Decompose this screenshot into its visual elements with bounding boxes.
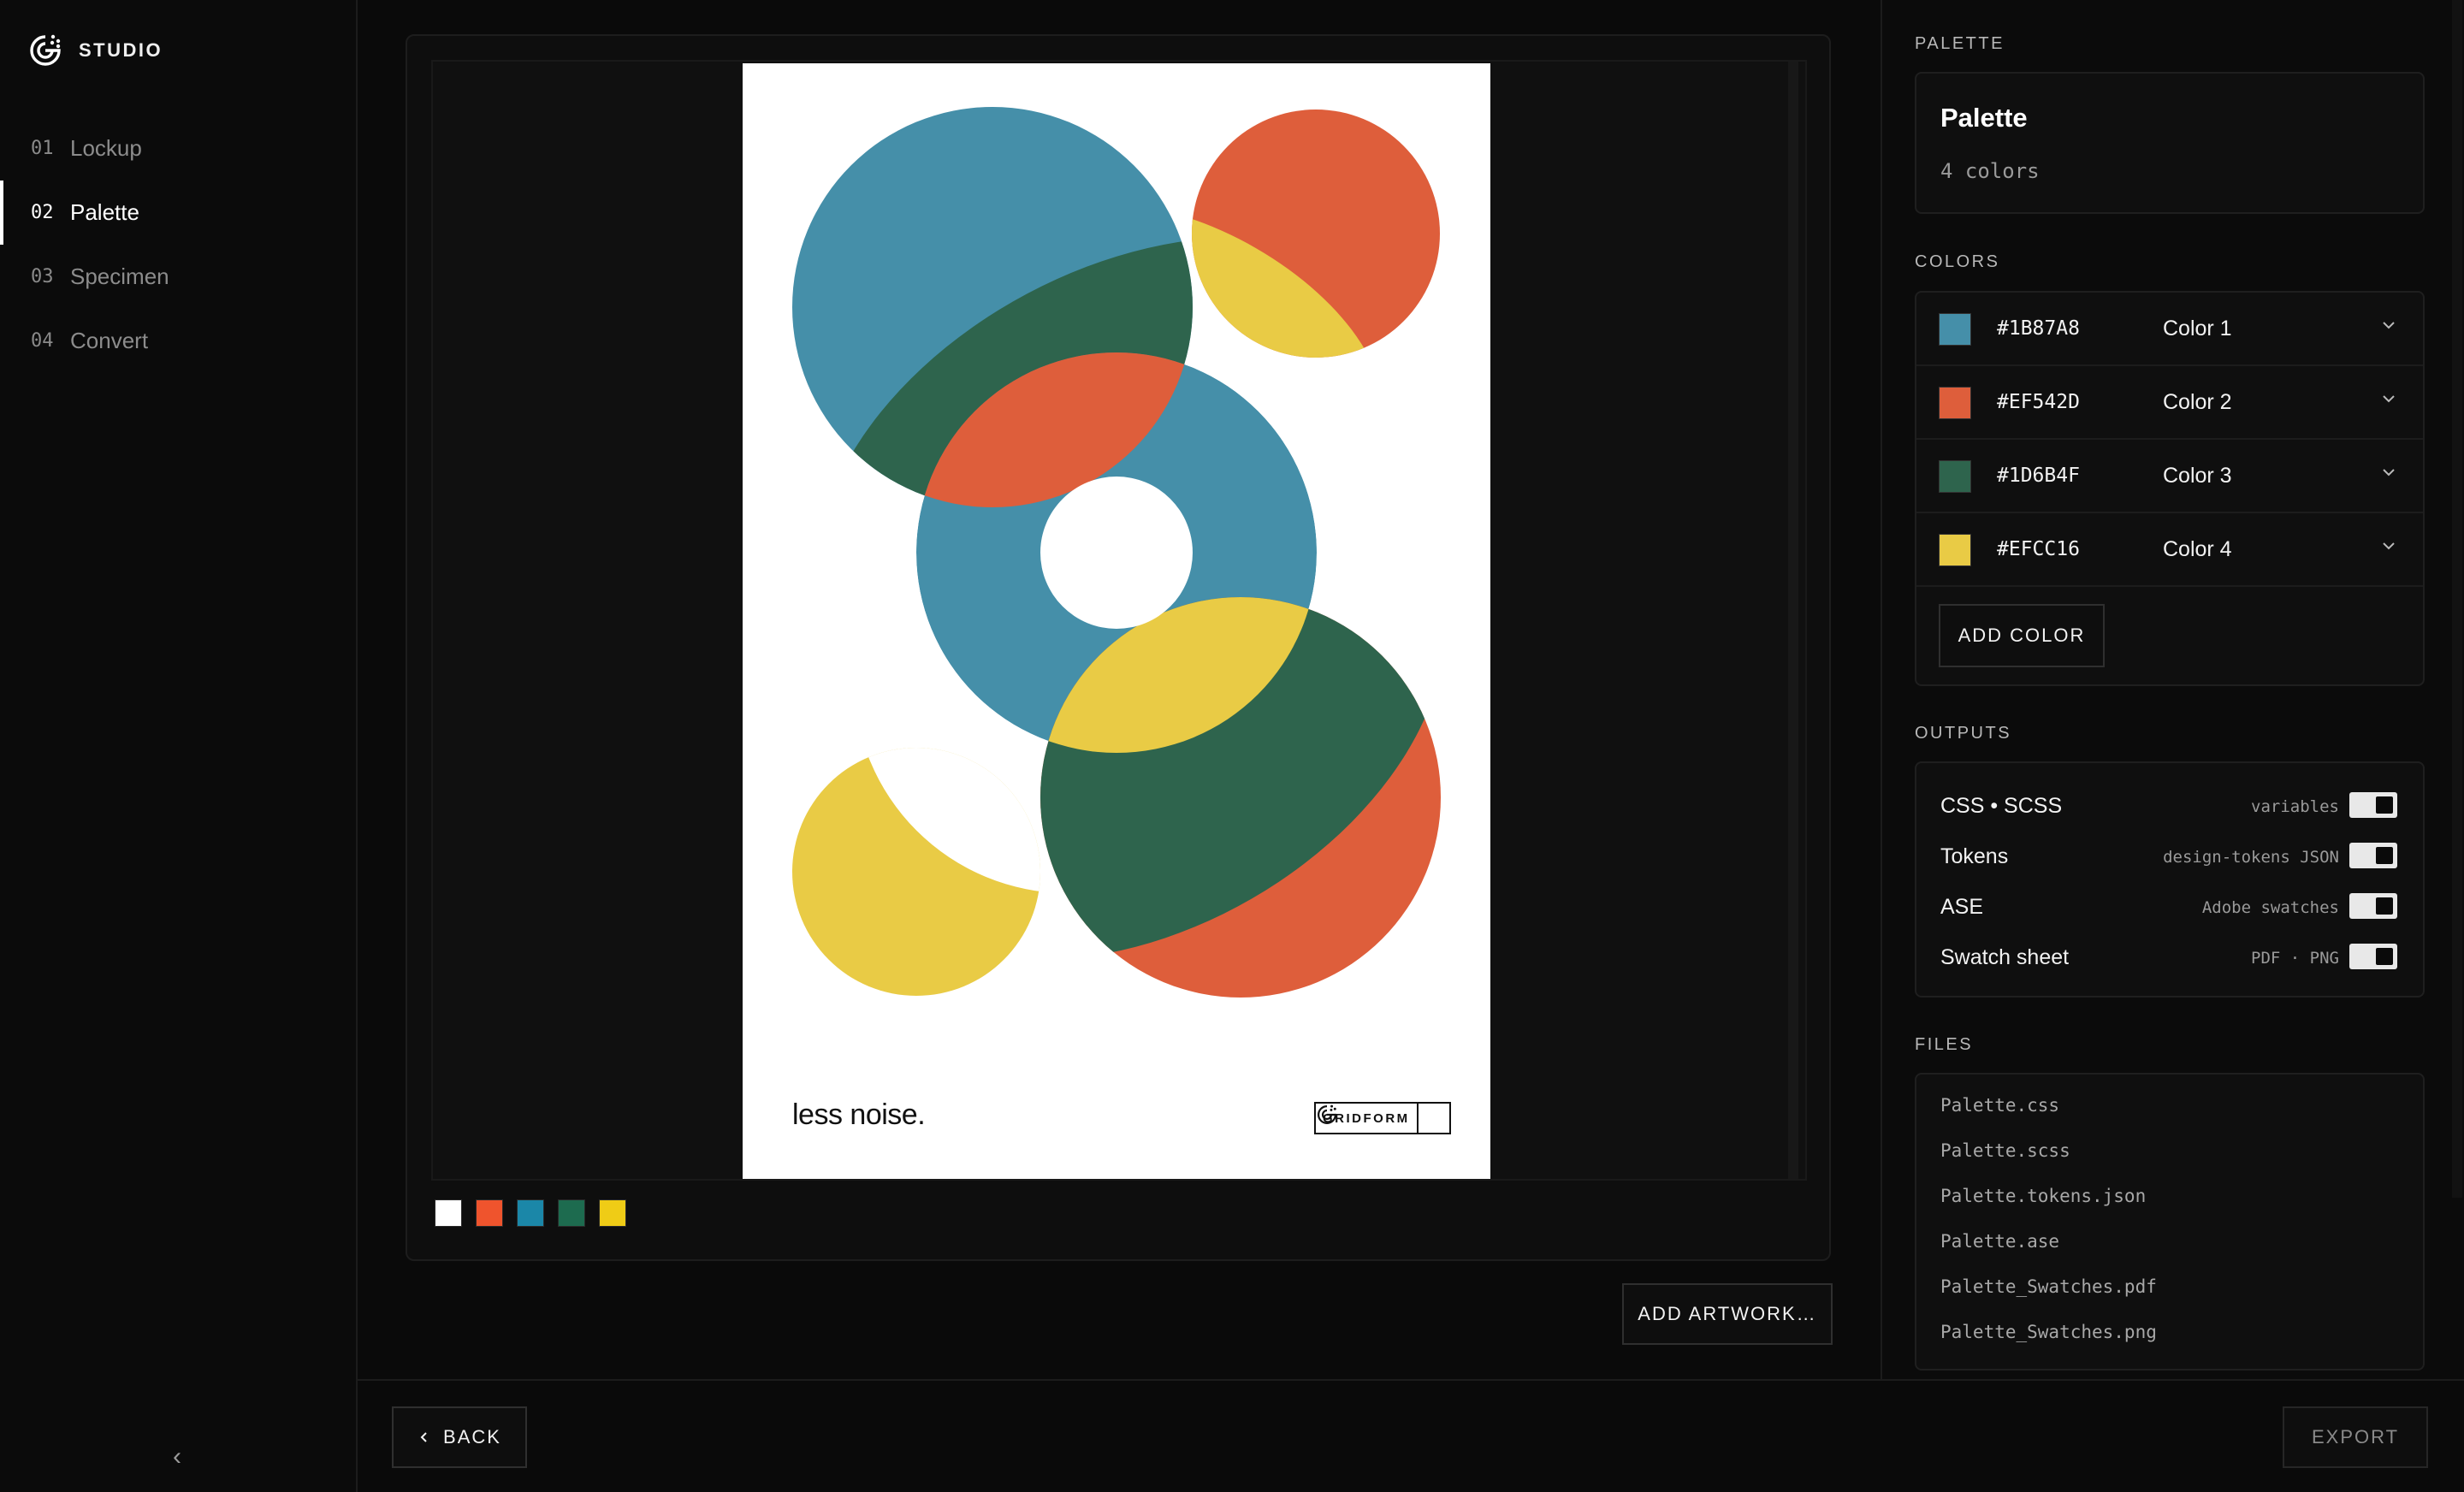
file-item[interactable]: Palette_Swatches.pdf	[1940, 1276, 2157, 1297]
chevron-down-icon[interactable]	[2378, 388, 2399, 409]
file-item[interactable]: Palette_Swatches.png	[1940, 1322, 2157, 1342]
files-card: Palette.css Palette.scss Palette.tokens.…	[1915, 1073, 2425, 1371]
output-description: Adobe swatches	[2201, 898, 2339, 917]
studio-g-logo-icon	[30, 34, 61, 66]
main-canvas: less noise. GRIDFORM ADD ARTWORK…	[358, 0, 1881, 1379]
output-toggle[interactable]	[2349, 893, 2397, 919]
swatch-yellow[interactable]	[599, 1199, 626, 1227]
nav-step-number: 02	[31, 202, 54, 223]
artwork-swatches	[435, 1199, 626, 1227]
output-name: Swatch sheet	[1940, 945, 2070, 969]
output-row-tokens: Tokens design-tokens JSON	[1916, 832, 2423, 882]
nav-step-number: 01	[31, 138, 54, 159]
outputs-section-label: OUTPUTS	[1915, 724, 2012, 743]
artwork-preview[interactable]: less noise. GRIDFORM	[743, 63, 1490, 1179]
nav-step-label: Specimen	[70, 263, 169, 289]
output-row-ase: ASE Adobe swatches	[1916, 883, 2423, 932]
add-color-label: ADD COLOR	[1958, 625, 2086, 646]
artwork-tagline: less noise.	[792, 1098, 926, 1131]
colors-section-label: COLORS	[1915, 252, 2000, 271]
viewport-scrollbar[interactable]	[1788, 62, 1798, 1179]
nav-item-lockup[interactable]: 01 Lockup	[0, 116, 356, 181]
back-button[interactable]: BACK	[392, 1406, 527, 1468]
gridform-mark: GRIDFORM	[1314, 1102, 1451, 1134]
color-row[interactable]: #EFCC16 Color 4	[1916, 513, 2423, 587]
file-item[interactable]: Palette.tokens.json	[1940, 1186, 2146, 1206]
chevron-left-icon	[420, 1432, 427, 1442]
gridform-g-icon	[1317, 1104, 1449, 1133]
file-item[interactable]: Palette.scss	[1940, 1140, 2070, 1161]
palette-color-count: 4 colors	[1940, 159, 2040, 183]
nav-item-specimen[interactable]: 03 Specimen	[0, 245, 356, 309]
export-button[interactable]: EXPORT	[2283, 1406, 2428, 1468]
colors-card: #1B87A8 Color 1 #EF542D Color 2 #1D6B4F …	[1915, 291, 2425, 686]
nav-step-number: 04	[31, 330, 54, 352]
color-hex: #1B87A8	[1997, 317, 2080, 340]
output-toggle[interactable]	[2349, 843, 2397, 868]
color-swatch	[1939, 460, 1971, 493]
brand[interactable]: STUDIO	[27, 33, 163, 68]
left-sidebar: STUDIO 01 Lockup 02 Palette 03 Specimen …	[0, 0, 358, 1492]
panel-scrollbar[interactable]	[2452, 0, 2462, 1198]
output-name: ASE	[1940, 895, 1984, 919]
output-row-css: CSS • SCSS variables	[1916, 782, 2423, 832]
output-row-swatch-sheet: Swatch sheet PDF · PNG	[1916, 933, 2423, 983]
output-description: variables	[2251, 797, 2339, 816]
files-section-label: FILES	[1915, 1035, 1974, 1054]
right-panel: PALETTE Palette 4 colors COLORS #1B87A8 …	[1881, 0, 2464, 1379]
add-color-button[interactable]: ADD COLOR	[1939, 604, 2105, 667]
output-name: Tokens	[1940, 844, 2009, 868]
output-description: design-tokens JSON	[2163, 848, 2339, 867]
color-name: Color 1	[2163, 317, 2232, 340]
swatch-white[interactable]	[435, 1199, 462, 1227]
collapse-sidebar-button[interactable]: ‹	[164, 1444, 190, 1470]
color-row[interactable]: #1D6B4F Color 3	[1916, 440, 2423, 513]
nav-item-convert[interactable]: 04 Convert	[0, 309, 356, 373]
file-item[interactable]: Palette.css	[1940, 1095, 2059, 1116]
swatch-orange[interactable]	[476, 1199, 503, 1227]
bottom-bar: BACK EXPORT	[358, 1379, 2464, 1492]
color-row[interactable]: #EF542D Color 2	[1916, 366, 2423, 440]
add-artwork-label: ADD ARTWORK…	[1638, 1303, 1817, 1324]
nav-step-number: 03	[31, 266, 54, 287]
artwork-viewport: less noise. GRIDFORM	[431, 60, 1807, 1181]
outputs-card: CSS • SCSS variables Tokens design-token…	[1915, 761, 2425, 998]
back-label: BACK	[443, 1426, 501, 1448]
nav-step-label: Lockup	[70, 135, 142, 161]
export-label: EXPORT	[2311, 1426, 2400, 1448]
palette-section-label: PALETTE	[1915, 34, 2005, 53]
color-hex: #1D6B4F	[1997, 465, 2080, 487]
chevron-down-icon[interactable]	[2378, 315, 2399, 335]
color-swatch	[1939, 387, 1971, 419]
color-name: Color 3	[2163, 464, 2232, 488]
artwork-panel: less noise. GRIDFORM	[406, 34, 1831, 1261]
color-row[interactable]: #1B87A8 Color 1	[1916, 293, 2423, 366]
palette-card: Palette 4 colors	[1915, 72, 2425, 214]
brand-name: STUDIO	[79, 39, 163, 61]
nav-item-palette[interactable]: 02 Palette	[0, 181, 356, 245]
artwork-graphic	[792, 107, 1441, 998]
color-name: Color 2	[2163, 390, 2232, 414]
swatch-green[interactable]	[558, 1199, 585, 1227]
color-swatch	[1939, 534, 1971, 566]
palette-title: Palette	[1940, 103, 2028, 133]
output-toggle[interactable]	[2349, 792, 2397, 818]
chevron-left-icon: ‹	[173, 1442, 181, 1471]
output-description: PDF · PNG	[2251, 949, 2339, 968]
nav-step-label: Palette	[70, 199, 139, 225]
chevron-down-icon[interactable]	[2378, 536, 2399, 556]
color-hex: #EFCC16	[1997, 538, 2080, 560]
swatch-blue[interactable]	[517, 1199, 544, 1227]
color-name: Color 4	[2163, 537, 2232, 561]
add-artwork-button[interactable]: ADD ARTWORK…	[1622, 1283, 1833, 1345]
nav-step-label: Convert	[70, 328, 149, 353]
output-name: CSS • SCSS	[1940, 794, 2063, 818]
file-item[interactable]: Palette.ase	[1940, 1231, 2059, 1252]
output-toggle[interactable]	[2349, 944, 2397, 969]
chevron-down-icon[interactable]	[2378, 462, 2399, 483]
step-nav: 01 Lockup 02 Palette 03 Specimen 04 Conv…	[0, 116, 356, 373]
color-hex: #EF542D	[1997, 391, 2080, 413]
color-swatch	[1939, 313, 1971, 346]
